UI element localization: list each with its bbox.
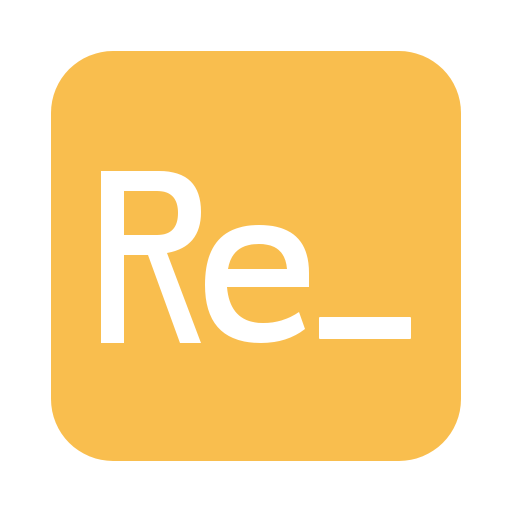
icon-canvas: Re_ — [0, 0, 512, 512]
logo-letter-r — [101, 171, 201, 343]
logo-letter-e — [205, 225, 309, 343]
re-logo-icon — [101, 171, 411, 343]
logo-underscore — [319, 317, 411, 339]
app-icon[interactable]: Re_ — [51, 51, 461, 461]
